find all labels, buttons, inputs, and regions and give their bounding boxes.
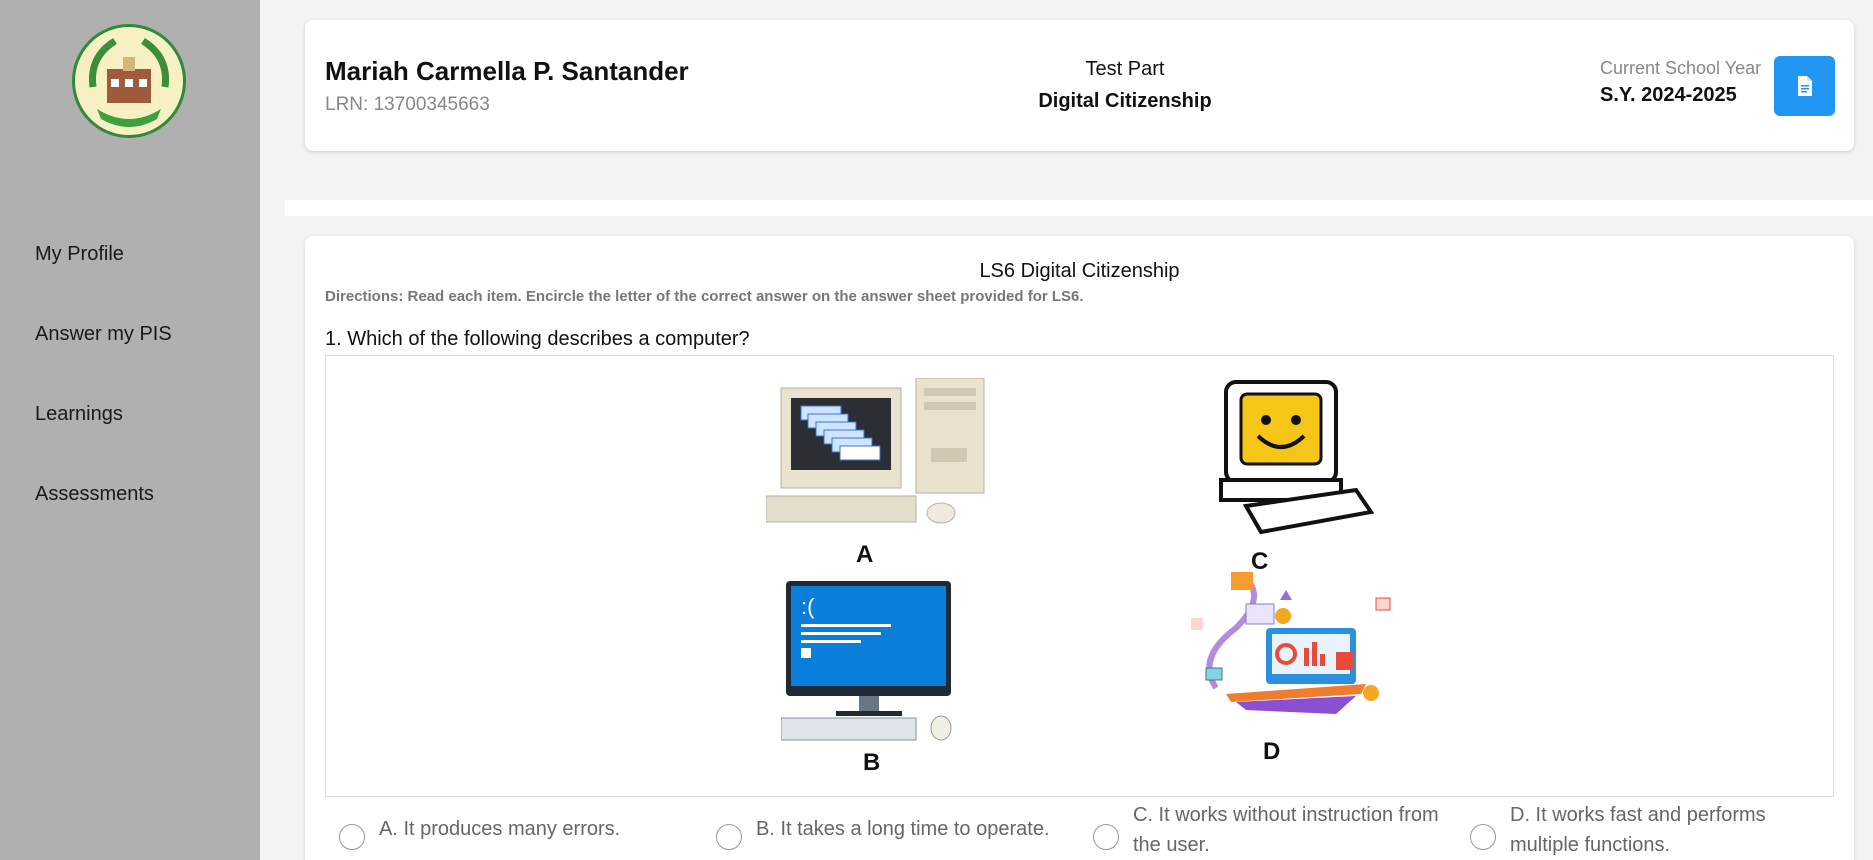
desktop-computer-errors-illustration [766, 378, 985, 524]
test-part-label: Test Part [1085, 58, 1165, 80]
student-name: Mariah Carmella P. Santander [325, 56, 689, 86]
sidebar: My Profile Answer my PIS Learnings Asses… [0, 0, 260, 860]
smiling-computer-illustration [1219, 380, 1375, 535]
image-label-a: A [856, 541, 874, 568]
assessment-directions: Directions: Read each item. Encircle the… [325, 288, 1084, 305]
digital-technology-illustration [1191, 572, 1391, 714]
document-icon [1797, 76, 1812, 96]
option-b[interactable]: B. It takes a long time to operate. [716, 800, 1076, 850]
nav-my-profile[interactable]: My Profile [35, 243, 124, 266]
option-a-radio[interactable] [339, 824, 365, 850]
school-logo [72, 24, 186, 138]
option-d[interactable]: D. It works fast and performs multiple f… [1470, 800, 1830, 860]
option-d-radio[interactable] [1470, 824, 1496, 850]
bluescreen-computer-illustration: :( [781, 581, 952, 741]
question-card: LS6 Digital Citizenship Directions: Read… [305, 236, 1854, 860]
section-divider [285, 200, 1873, 216]
image-label-b: B [863, 749, 881, 776]
document-button[interactable] [1774, 56, 1835, 116]
nav-assessments[interactable]: Assessments [35, 483, 154, 506]
option-a-text: A. It produces many errors. [379, 818, 621, 840]
question-text: 1. Which of the following describes a co… [325, 328, 750, 350]
student-header-card: Mariah Carmella P. Santander LRN: 137003… [305, 20, 1854, 151]
nav-learnings[interactable]: Learnings [35, 403, 123, 426]
option-c-radio[interactable] [1093, 824, 1119, 850]
svg-text::(: :( [801, 594, 815, 619]
option-b-radio[interactable] [716, 824, 742, 850]
test-part-value: Digital Citizenship [1038, 90, 1212, 112]
image-label-d: D [1263, 738, 1281, 765]
school-year-value: S.Y. 2024-2025 [1600, 84, 1737, 106]
option-b-text: B. It takes a long time to operate. [756, 818, 1050, 840]
question-image: A C :( B D [325, 355, 1834, 797]
option-c[interactable]: C. It works without instruction from the… [1093, 800, 1453, 860]
nav-answer-my-pis[interactable]: Answer my PIS [35, 323, 172, 346]
school-year-label: Current School Year [1600, 58, 1762, 78]
student-lrn: LRN: 13700345663 [325, 94, 490, 115]
answer-options: A. It produces many errors. B. It takes … [325, 800, 1834, 860]
option-c-text: C. It works without instruction from the… [1133, 804, 1439, 856]
option-d-text: D. It works fast and performs multiple f… [1510, 804, 1766, 856]
assessment-title: LS6 Digital Citizenship [979, 260, 1180, 282]
option-a[interactable]: A. It produces many errors. [339, 800, 699, 850]
